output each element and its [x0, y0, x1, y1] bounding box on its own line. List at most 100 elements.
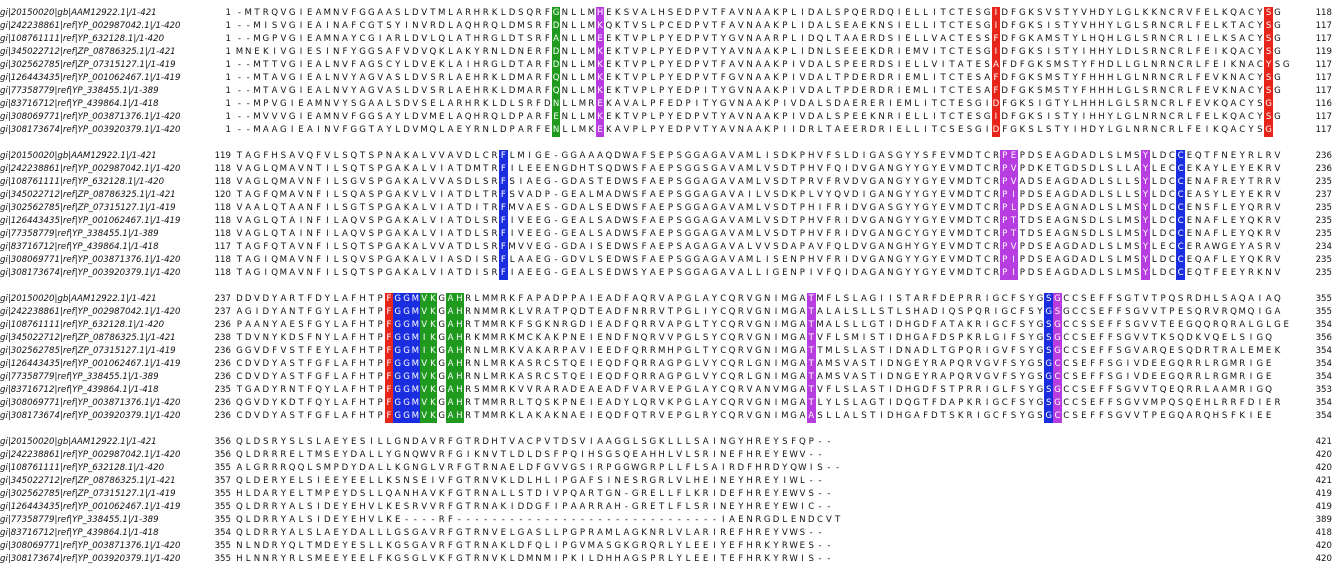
- residue: S: [482, 255, 489, 265]
- residue: A: [456, 73, 463, 83]
- residue: L: [668, 554, 673, 564]
- residue: L: [782, 515, 788, 525]
- residue: M: [482, 307, 490, 317]
- alignment-row: gi|242238861|ref|YP_002987042.1|/1-420 35…: [0, 449, 1339, 462]
- residue: Y: [922, 359, 929, 369]
- residue: E: [1089, 398, 1096, 408]
- residue: Q: [1274, 294, 1281, 304]
- residue: I: [713, 437, 716, 447]
- residue: T: [641, 411, 647, 421]
- residue: Y: [280, 541, 286, 551]
- residue: L: [404, 112, 409, 122]
- residue: S: [430, 86, 436, 96]
- residue: G: [315, 320, 322, 330]
- residue: G: [1274, 34, 1281, 44]
- residue: M: [745, 229, 754, 239]
- residue: E: [1045, 203, 1052, 213]
- residue: T: [263, 60, 269, 70]
- residue: G: [1274, 21, 1281, 31]
- sequence-end-position: 418: [1315, 528, 1332, 538]
- residue: K: [1028, 112, 1034, 122]
- sequence-end-position: 117: [1315, 73, 1332, 83]
- residue: P: [676, 398, 682, 408]
- residue: P: [676, 320, 682, 330]
- residue: D: [1159, 229, 1167, 239]
- residue: L: [509, 541, 515, 551]
- residue: T: [940, 21, 946, 31]
- residue: L: [386, 463, 392, 473]
- residue: A: [649, 229, 656, 239]
- residue: A: [1274, 307, 1281, 317]
- sequence-name: gi|108761111|ref|YP_632128.1|/1-420: [0, 34, 165, 44]
- residue: L: [404, 34, 409, 44]
- residue: A: [280, 372, 287, 382]
- residue: F: [307, 320, 313, 330]
- residue: M: [482, 411, 490, 421]
- residue: F: [1107, 333, 1113, 343]
- residue: R: [984, 307, 991, 317]
- residue: D: [412, 60, 419, 70]
- residue: A: [755, 385, 762, 395]
- residue: L: [1134, 34, 1140, 44]
- residue: L: [1134, 8, 1140, 18]
- residue: A: [526, 112, 533, 122]
- residue: F: [544, 73, 550, 83]
- residue: I: [1126, 359, 1130, 369]
- residue: K: [544, 320, 551, 330]
- residue: V: [517, 385, 524, 395]
- residue: H: [1098, 99, 1105, 109]
- residue: V: [764, 177, 771, 187]
- sequence-residues: -MTRQVGIEAMNVFGGAASLDVTMLARHRKLDSQRFGNLL…: [235, 7, 1282, 20]
- residue: E: [351, 515, 357, 525]
- residue: E: [676, 86, 682, 96]
- residue: L: [377, 489, 383, 499]
- residue: A: [394, 216, 401, 226]
- residue: V: [429, 216, 436, 226]
- residue: -: [466, 515, 470, 525]
- residue: N: [1159, 112, 1167, 122]
- residue: E: [1230, 268, 1237, 278]
- residue: P: [509, 125, 515, 135]
- residue: T: [1160, 320, 1166, 330]
- residue: I: [889, 320, 892, 330]
- residue: Y: [1248, 99, 1254, 109]
- residue: L: [430, 463, 436, 473]
- residue: S: [1054, 47, 1061, 57]
- residue: H: [746, 489, 753, 499]
- residue: N: [887, 255, 894, 265]
- residue: E: [439, 112, 445, 122]
- residue: V: [1151, 307, 1158, 317]
- residue: A: [254, 320, 260, 330]
- residue: A: [588, 385, 595, 395]
- residue: F: [448, 450, 453, 460]
- residue: L: [333, 255, 339, 265]
- residue: L: [650, 112, 656, 122]
- residue: D: [341, 463, 349, 473]
- residue: F: [1099, 346, 1104, 356]
- sequence-name: gi|308069771|ref|YP_003871376.1|/1-420: [0, 398, 181, 408]
- residue: E: [351, 554, 357, 564]
- sequence-residues: T D V N Y K D S F N Y L A F H T P F G G M I K G A H R K MM R K M C K A K P N E…: [235, 332, 1273, 345]
- residue: A: [1239, 73, 1246, 83]
- residue: M: [482, 320, 490, 330]
- residue: S: [1019, 346, 1026, 356]
- residue: K: [509, 385, 515, 395]
- residue: M: [816, 294, 824, 304]
- residue: T: [359, 268, 366, 278]
- residue: -: [704, 515, 708, 525]
- residue: Y: [676, 554, 682, 564]
- residue: E: [1089, 294, 1096, 304]
- residue: V: [1133, 411, 1140, 421]
- residue: D: [966, 242, 973, 252]
- residue: A: [289, 242, 296, 252]
- residue: H: [1098, 73, 1105, 83]
- residue: G: [904, 411, 912, 421]
- residue: D: [535, 489, 542, 499]
- residue: V: [737, 86, 744, 96]
- residue: V: [861, 229, 867, 239]
- sequence-name: gi|20150020|gb|AAM12922.1|/1-421: [0, 294, 157, 304]
- residue: L: [1116, 60, 1122, 70]
- residue: G: [438, 346, 446, 356]
- residue: F: [1011, 8, 1016, 18]
- residue: A: [544, 333, 551, 343]
